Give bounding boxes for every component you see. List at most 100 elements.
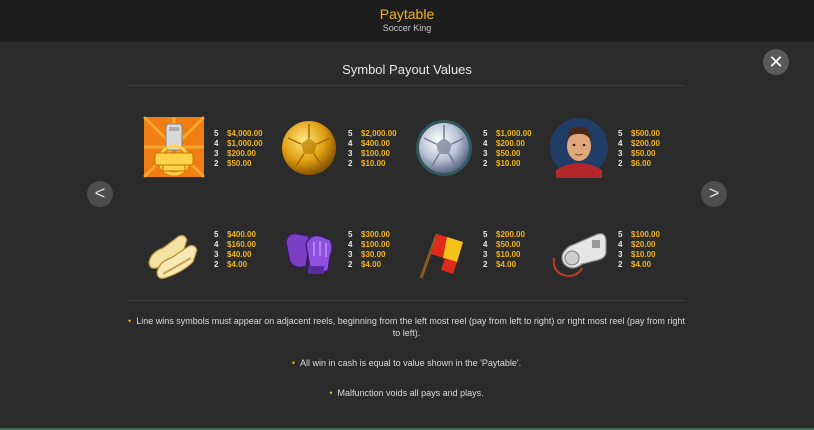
match-count: 2 [618,260,623,269]
payout-amount: $4.00 [361,260,382,269]
gold-ball-symbol [278,116,340,178]
gloves-payouts: 5 $300.00 4 $100.00 3 $30.00 2 $4.00 [348,230,390,270]
next-page-button[interactable]: > [701,181,727,207]
payout-row: 2 $50.00 [214,159,263,169]
bottom-divider [128,300,685,301]
payout-amount: $2,000.00 [361,129,397,138]
payout-amount: $400.00 [361,139,390,148]
chevron-right-icon: > [708,183,720,203]
whistle-payouts: 5 $100.00 4 $20.00 3 $10.00 2 $4.00 [618,230,660,270]
payout-amount: $50.00 [496,149,521,158]
rule-text: Malfunction voids all pays and plays. [337,388,484,398]
match-count: 3 [618,149,623,158]
king-trophy-payouts: 5 $4,000.00 4 $1,000.00 3 $200.00 2 $50.00 [214,129,263,169]
payout-row: 5 $1,000.00 [483,129,532,139]
match-count: 2 [483,260,488,269]
payout-row: 3 $10.00 [483,250,525,260]
payout-row: 5 $200.00 [483,230,525,240]
match-count: 4 [214,139,219,148]
gold-ball-payouts: 5 $2,000.00 4 $400.00 3 $100.00 2 $10.00 [348,129,397,169]
payout-amount: $100.00 [361,240,390,249]
match-count: 5 [618,129,623,138]
paytable-title: Paytable [379,6,435,22]
match-count: 4 [348,240,353,249]
boots-symbol [143,222,205,284]
payout-amount: $500.00 [631,129,660,138]
rule-malfunction: • Malfunction voids all pays and plays. [128,387,685,399]
payout-row: 5 $4,000.00 [214,129,263,139]
match-count: 5 [483,129,488,138]
payout-row: 3 $50.00 [618,149,660,159]
payout-row: 2 $4.00 [618,260,660,270]
payout-amount: $300.00 [361,230,390,239]
payout-row: 5 $400.00 [214,230,256,240]
corner-flag-icon [419,233,463,279]
payout-row: 4 $1,000.00 [214,139,263,149]
rule-line-wins: • Line wins symbols must appear on adjace… [128,315,685,339]
payout-amount: $400.00 [227,230,256,239]
match-count: 5 [348,129,353,138]
rule-text: All win in cash is equal to value shown … [300,358,522,368]
bullet: • [128,316,132,326]
prev-page-button[interactable]: < [87,181,113,207]
match-count: 4 [618,240,623,249]
match-count: 2 [348,260,353,269]
rule-text: Line wins symbols must appear on adjacen… [136,316,685,338]
payout-amount: $100.00 [631,230,660,239]
payout-amount: $200.00 [631,139,660,148]
match-count: 5 [483,230,488,239]
payout-amount: $50.00 [631,149,656,158]
payout-amount: $4.00 [227,260,248,269]
payout-row: 3 $10.00 [618,250,660,260]
payout-row: 3 $200.00 [214,149,263,159]
match-count: 4 [214,240,219,249]
player-portrait-icon [550,118,608,178]
silver-ball-icon [416,120,472,176]
match-count: 4 [348,139,353,148]
payout-row: 4 $20.00 [618,240,660,250]
golden-boots-icon [148,234,198,279]
payout-amount: $4.00 [496,260,517,269]
match-count: 4 [618,139,623,148]
match-count: 3 [483,250,488,259]
payout-amount: $1,000.00 [496,129,532,138]
boots-payouts: 5 $400.00 4 $160.00 3 $40.00 2 $4.00 [214,230,256,270]
match-count: 5 [214,129,219,138]
player-symbol [548,116,610,178]
payout-row: 5 $500.00 [618,129,660,139]
payout-row: 3 $40.00 [214,250,256,260]
payout-amount: $40.00 [227,250,252,259]
payout-row: 2 $6.00 [618,159,660,169]
goalkeeper-gloves-icon [285,233,333,274]
chevron-left-icon: < [94,183,106,203]
whistle-icon [552,233,607,278]
whistle-symbol [548,222,610,284]
player-payouts: 5 $500.00 4 $200.00 3 $50.00 2 $6.00 [618,129,660,169]
payout-amount: $10.00 [496,250,521,259]
match-count: 3 [214,250,219,259]
payout-amount: $200.00 [496,139,525,148]
silver-ball-symbol [413,116,475,178]
payout-amount: $200.00 [227,149,256,158]
payout-amount: $100.00 [361,149,390,158]
match-count: 5 [618,230,623,239]
payout-amount: $160.00 [227,240,256,249]
king-trophy-symbol [143,116,205,178]
payout-row: 4 $200.00 [483,139,532,149]
bullet: • [291,358,296,368]
payout-amount: $50.00 [227,159,252,168]
payout-row: 4 $100.00 [348,240,390,250]
bullet: • [329,388,333,398]
match-count: 3 [348,250,353,259]
gloves-symbol [278,222,340,284]
section-title: Symbol Payout Values [342,62,472,77]
payout-amount: $4,000.00 [227,129,263,138]
gold-ball-icon [282,121,336,175]
payout-amount: $1,000.00 [227,139,263,148]
payout-amount: $10.00 [631,250,656,259]
payout-row: 3 $30.00 [348,250,390,260]
match-count: 3 [618,250,623,259]
payout-row: 4 $200.00 [618,139,660,149]
payout-row: 2 $10.00 [483,159,532,169]
payout-row: 2 $4.00 [214,260,256,270]
